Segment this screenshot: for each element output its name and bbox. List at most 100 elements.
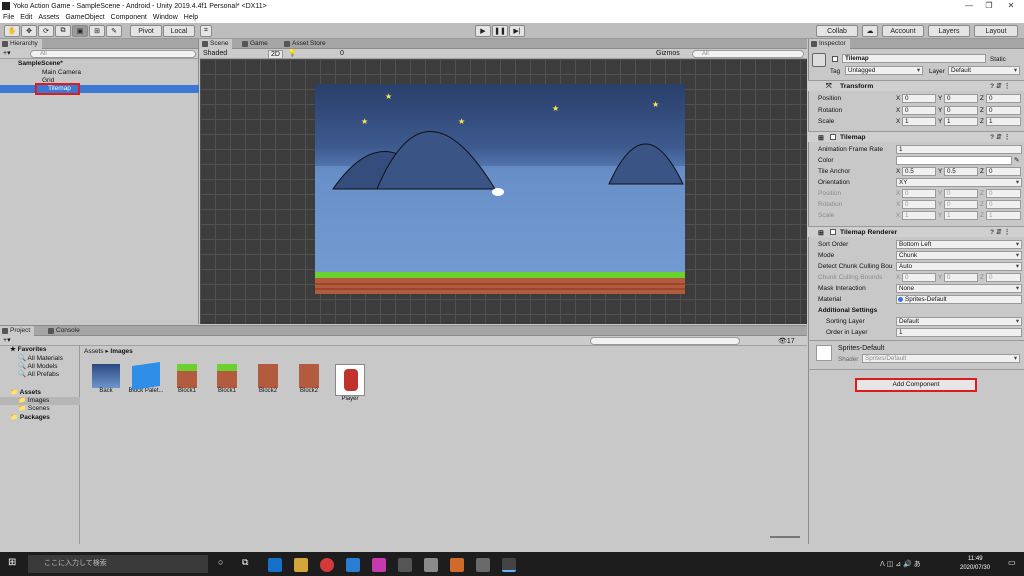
folder-scenes[interactable]: 📁 Scenes [0, 405, 80, 413]
asset-player[interactable]: Player [330, 364, 370, 402]
scale-z[interactable]: 1 [986, 117, 1021, 126]
menu-help[interactable]: Help [184, 14, 198, 21]
scene-search[interactable]: All [692, 50, 804, 58]
additional-settings-row[interactable]: Additional Settings [812, 305, 1024, 316]
active-checkbox[interactable] [832, 56, 838, 62]
chrome-icon[interactable] [320, 558, 334, 572]
transform-header[interactable]: ⤧ Transform ? ⇵ ⋮ [808, 80, 1024, 91]
step-button[interactable]: ▶| [509, 25, 525, 37]
sorting-layer-dropdown[interactable]: Default [896, 317, 1022, 326]
clock-time[interactable]: 11:49 [968, 556, 983, 562]
favorite-all-prefabs[interactable]: 🔍 All Prefabs [0, 371, 80, 379]
tag-dropdown[interactable]: Untagged [845, 66, 923, 75]
explorer-icon[interactable] [294, 558, 308, 572]
favorite-all-models[interactable]: 🔍 All Models [0, 363, 80, 371]
custom-tool-icon[interactable]: ✎ [106, 25, 122, 37]
gizmos-dropdown[interactable]: Gizmos [656, 50, 680, 57]
menu-file[interactable]: File [3, 14, 14, 21]
rect-tool-icon[interactable]: ▣ [72, 25, 88, 37]
hierarchy-item-tilemap[interactable]: Tilemap [0, 85, 199, 93]
layer-dropdown[interactable]: Default [948, 66, 1020, 75]
tab-scene[interactable]: Scene [200, 39, 233, 49]
tab-hierarchy[interactable]: Hierarchy [0, 39, 42, 49]
collab-button[interactable]: Collab [816, 25, 858, 37]
assets-folder[interactable]: 📁 Assets [0, 389, 80, 397]
tab-asset-store[interactable]: Asset Store [282, 39, 330, 49]
tilemap-renderer-header[interactable]: ⊞ Tilemap Renderer ? ⇵ ⋮ [808, 226, 1024, 237]
folder-images[interactable]: 📁 Images [0, 397, 80, 405]
menu-component[interactable]: Component [111, 14, 147, 21]
hierarchy-search[interactable]: All [30, 50, 196, 58]
menu-edit[interactable]: Edit [20, 14, 32, 21]
asset-back[interactable]: Back [86, 364, 126, 394]
asset-block-palette[interactable]: Block Palet... [126, 362, 166, 394]
vscode-icon[interactable] [346, 558, 360, 572]
shading-dropdown[interactable]: Shaded [203, 50, 227, 57]
create-dropdown[interactable]: +▾ [3, 49, 11, 57]
hand-tool-icon[interactable]: ✋ [4, 25, 20, 37]
2d-toggle[interactable]: 2D [268, 50, 283, 59]
asset-block1-b[interactable]: Block1 [207, 364, 247, 394]
rotate-tool-icon[interactable]: ⟳ [38, 25, 54, 37]
breadcrumb-images[interactable]: Images [110, 348, 132, 355]
orientation-dropdown[interactable]: XY [896, 178, 1022, 187]
tab-console[interactable]: Console [46, 326, 84, 336]
tray-icons[interactable]: ᐱ ◫ ⊿ 🔊 あ [880, 559, 921, 569]
anchor-x[interactable]: 0.5 [902, 167, 936, 176]
outlook-icon[interactable] [268, 558, 282, 572]
tab-project[interactable]: Project [0, 326, 35, 336]
rotation-z[interactable]: 0 [986, 106, 1021, 115]
snap-icon[interactable]: ⌗ [200, 25, 212, 37]
scale-y[interactable]: 1 [944, 117, 978, 126]
cortana-icon[interactable]: ○ [218, 557, 223, 567]
tab-game[interactable]: Game [240, 39, 272, 49]
packages-folder[interactable]: 📁 Packages [0, 414, 80, 422]
renderer-enabled-checkbox[interactable] [830, 229, 836, 235]
color-field[interactable] [896, 156, 1012, 165]
menu-assets[interactable]: Assets [38, 14, 59, 21]
scale-x[interactable]: 1 [902, 117, 936, 126]
pause-button[interactable]: ❚❚ [492, 25, 508, 37]
favorite-all-materials[interactable]: 🔍 All Materials [0, 355, 80, 363]
component-menu-icon[interactable]: ? ⇵ ⋮ [990, 133, 1010, 141]
menu-gameobject[interactable]: GameObject [65, 14, 104, 21]
rotation-x[interactable]: 0 [902, 106, 936, 115]
position-y[interactable]: 0 [944, 94, 978, 103]
paint-icon[interactable] [450, 558, 464, 572]
anchor-z[interactable]: 0 [986, 167, 1021, 176]
object-name-field[interactable]: Tilemap [842, 54, 986, 63]
tilemap-header[interactable]: ⊞ Tilemap ? ⇵ ⋮ [808, 131, 1024, 142]
asset-block2-b[interactable]: Block2 [289, 364, 329, 394]
asset-block2-a[interactable]: Block2 [248, 364, 288, 394]
favorites-item[interactable]: ★ Favorites [0, 346, 80, 354]
asset-block1-a[interactable]: Block1 [167, 364, 207, 394]
app-icon[interactable] [372, 558, 386, 572]
component-menu-icon[interactable]: ? ⇵ ⋮ [990, 82, 1010, 90]
hierarchy-item-grid[interactable]: Grid [0, 77, 199, 85]
pivot-button[interactable]: Pivot [130, 25, 162, 37]
maximize-button[interactable]: ❐ [978, 0, 1000, 12]
clock-date[interactable]: 2020/07/30 [960, 565, 990, 571]
rotation-y[interactable]: 0 [944, 106, 978, 115]
menu-window[interactable]: Window [153, 14, 178, 21]
hidden-objects-count[interactable]: 0 [340, 50, 344, 57]
breadcrumb-assets[interactable]: Assets [84, 348, 104, 355]
material-field[interactable]: Sprites-Default [896, 295, 1022, 304]
frame-rate-field[interactable]: 1 [896, 145, 1022, 154]
transform-tool-icon[interactable]: ⊞ [89, 25, 105, 37]
minimize-button[interactable]: — [958, 0, 980, 12]
task-view-icon[interactable]: ⧉ [242, 557, 248, 568]
add-component-button[interactable]: Add Component [855, 378, 977, 392]
unity-hub-icon[interactable] [398, 558, 412, 572]
play-button[interactable]: ▶ [475, 25, 491, 37]
detect-culling-dropdown[interactable]: Auto [896, 262, 1022, 271]
layers-button[interactable]: Layers [928, 25, 970, 37]
static-toggle[interactable]: Static [990, 56, 1006, 63]
account-button[interactable]: Account [882, 25, 924, 37]
windows-start-icon[interactable]: ⊞ [8, 557, 16, 568]
notification-icon[interactable]: ▭ [1008, 558, 1016, 567]
taskbar-search[interactable]: ここに入力して検索 [28, 555, 208, 573]
move-tool-icon[interactable]: ✥ [21, 25, 37, 37]
close-button[interactable]: ✕ [1000, 0, 1022, 12]
hierarchy-item-scene[interactable]: SampleScene* [0, 60, 199, 68]
